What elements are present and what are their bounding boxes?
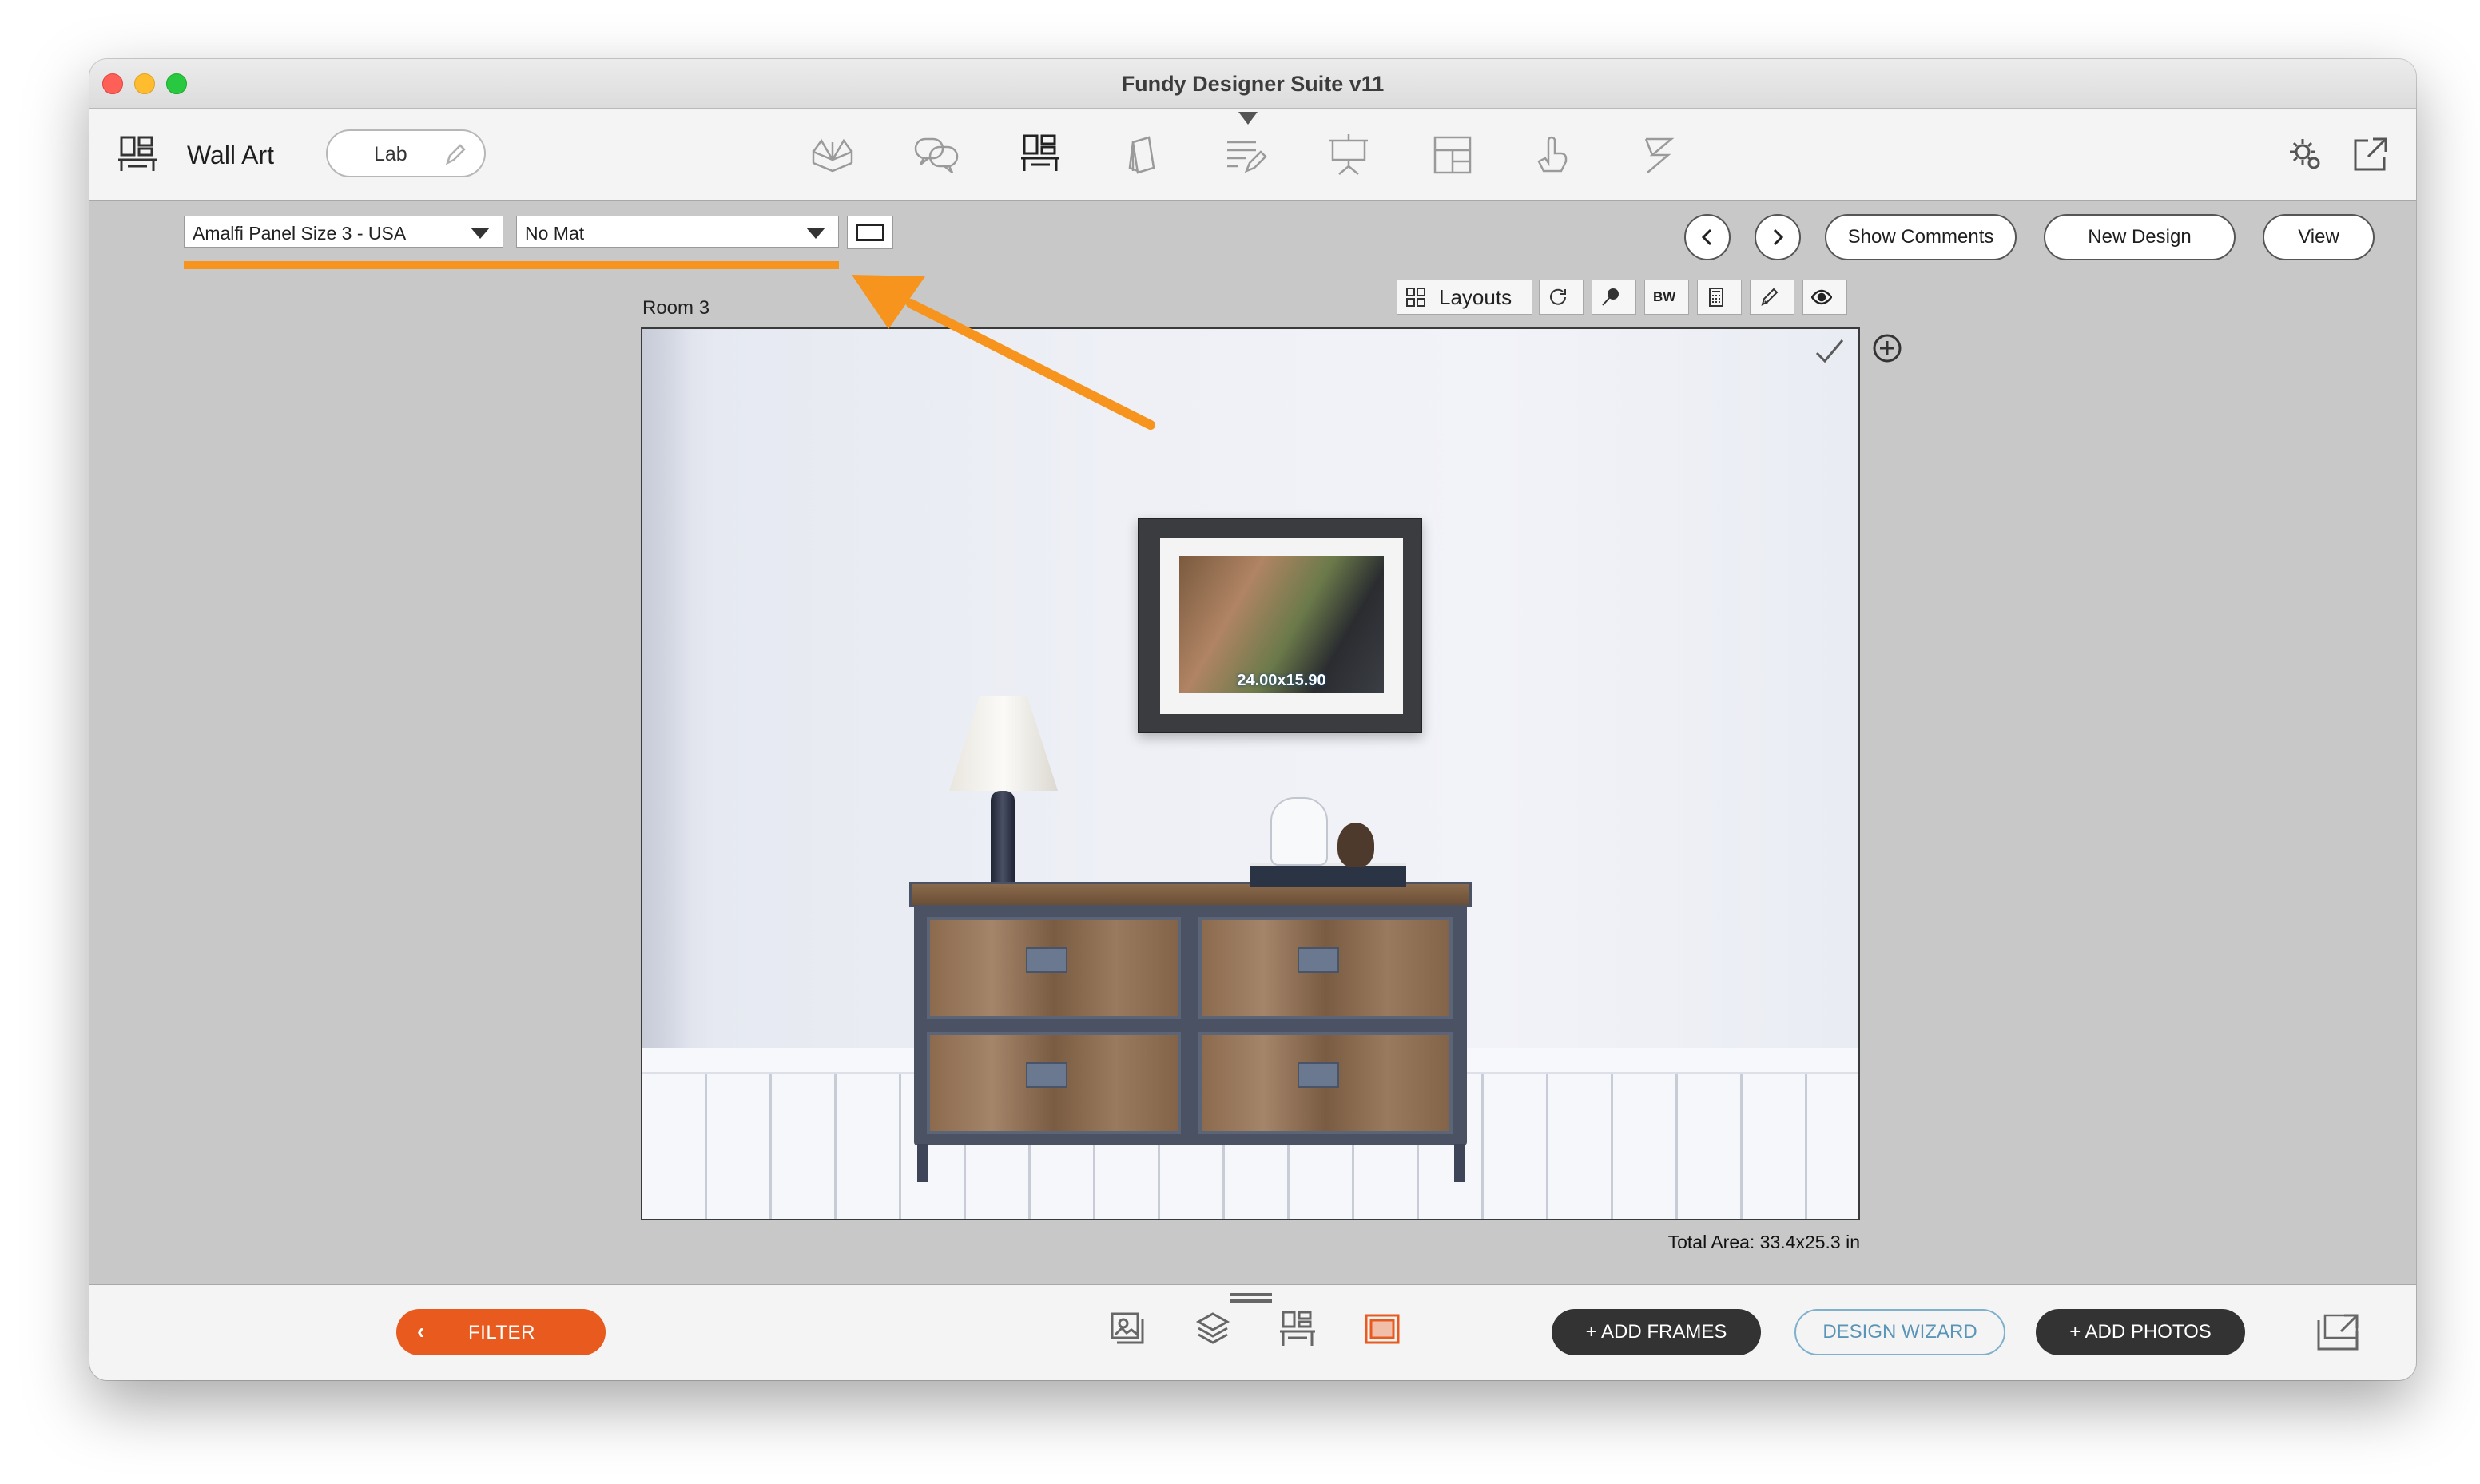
previous-button[interactable] <box>1684 214 1731 260</box>
checkmark-icon[interactable] <box>1812 334 1847 369</box>
add-photos-button[interactable]: + ADD PHOTOS <box>2036 1309 2245 1355</box>
app-window: Fundy Designer Suite v11 Wall Art Lab Am… <box>89 59 2416 1380</box>
drag-handle[interactable] <box>1230 1293 1272 1303</box>
filter-button[interactable]: ‹ FILTER <box>396 1309 606 1355</box>
wall-art-icon[interactable] <box>1016 131 1064 179</box>
product-select-value: Amalfi Panel Size 3 - USA <box>193 223 407 244</box>
bottom-bar: ‹ FILTER + ADD FRAMES DESIGN WIZARD + AD… <box>89 1284 2416 1380</box>
add-room-button[interactable] <box>1871 332 1903 364</box>
cards-icon[interactable] <box>1119 131 1166 179</box>
lamp-shade <box>949 696 1058 791</box>
product-select[interactable]: Amalfi Panel Size 3 - USA <box>184 216 503 248</box>
frame-mat: 24.00x15.90 <box>1160 538 1403 714</box>
plus-circle-icon <box>1873 334 1902 363</box>
chevron-down-icon <box>471 228 490 239</box>
show-comments-button[interactable]: Show Comments <box>1825 214 2017 260</box>
eye-icon <box>1811 289 1832 305</box>
external-window-icon[interactable] <box>2351 134 2391 174</box>
rectangle-icon <box>856 224 884 241</box>
wall-art-frame[interactable]: 24.00x15.90 <box>1138 518 1422 733</box>
total-area: Total Area: 33.4x25.3 in <box>1667 1232 1860 1252</box>
pencil-icon <box>1761 288 1779 306</box>
highlight-underline <box>184 261 839 269</box>
room-canvas[interactable]: 24.00x15.90 <box>641 327 1860 1220</box>
hand-icon[interactable] <box>1531 131 1579 179</box>
new-design-button[interactable]: New Design <box>2044 214 2236 260</box>
preview-button[interactable] <box>1802 280 1847 315</box>
pin-button[interactable] <box>1592 280 1636 315</box>
lab-button[interactable]: Lab <box>326 129 486 177</box>
calculator-button[interactable] <box>1697 280 1742 315</box>
active-module-indicator <box>1238 112 1258 125</box>
dresser-drawer <box>1198 917 1453 1019</box>
module-title: Wall Art <box>187 141 275 169</box>
photos-panel-icon[interactable] <box>1107 1309 1149 1351</box>
chevron-down-icon <box>806 228 825 239</box>
couple-photo[interactable]: 24.00x15.90 <box>1179 556 1384 693</box>
pencil-icon <box>441 141 468 168</box>
chat-icon[interactable] <box>912 131 960 179</box>
title-bar: Fundy Designer Suite v11 <box>89 59 2416 109</box>
album-icon[interactable] <box>809 131 856 179</box>
drawer-handle <box>1298 1062 1339 1088</box>
dresser-drawer <box>1198 1032 1453 1134</box>
next-button[interactable] <box>1755 214 1801 260</box>
chevron-left-icon <box>1701 228 1712 246</box>
layouts-label: Layouts <box>1439 285 1512 309</box>
pin-icon <box>1602 288 1619 306</box>
dresser-drawer <box>927 917 1181 1019</box>
filter-label: FILTER <box>468 1322 535 1343</box>
pine-cone <box>1337 823 1374 867</box>
blog-icon[interactable] <box>1635 131 1683 179</box>
photo-size-label: 24.00x15.90 <box>1237 672 1326 689</box>
wall-art-panel-icon[interactable] <box>1277 1309 1318 1351</box>
frame-shape-button[interactable] <box>847 216 893 249</box>
drawer-handle <box>1026 947 1067 973</box>
layers-icon[interactable] <box>1192 1309 1234 1351</box>
settings-icon[interactable] <box>2285 134 2325 174</box>
add-frames-button[interactable]: + ADD FRAMES <box>1552 1309 1761 1355</box>
lab-label: Lab <box>374 143 407 165</box>
main-toolbar: Wall Art Lab <box>89 109 2416 201</box>
export-room-icon[interactable] <box>2312 1309 2365 1354</box>
window-title: Fundy Designer Suite v11 <box>1121 72 1385 96</box>
design-wizard-button[interactable]: DESIGN WIZARD <box>1794 1309 2005 1355</box>
mat-select-value: No Mat <box>525 223 585 244</box>
frame-panel-icon[interactable] <box>1361 1309 1403 1351</box>
text-edit-icon[interactable] <box>1221 131 1269 179</box>
edit-button[interactable] <box>1750 280 1794 315</box>
dresser-leg <box>1454 1144 1465 1182</box>
wall-art-module-icon <box>113 131 161 179</box>
calculator-icon <box>1709 288 1723 307</box>
chevron-right-icon <box>1773 228 1784 246</box>
slideshow-icon[interactable] <box>1325 131 1373 179</box>
room-label: Room 3 <box>642 297 710 319</box>
dresser-leg <box>917 1144 928 1182</box>
layout-icon[interactable] <box>1429 131 1476 179</box>
view-button[interactable]: View <box>2263 214 2375 260</box>
rotate-icon <box>1550 288 1566 305</box>
books <box>1250 863 1406 887</box>
drawer-handle <box>1298 947 1339 973</box>
dresser-drawer <box>927 1032 1181 1134</box>
grid-icon <box>1406 288 1425 307</box>
bw-label: BW <box>1653 289 1676 304</box>
chevron-left-icon: ‹ <box>417 1319 425 1343</box>
drawer-handle <box>1026 1062 1067 1088</box>
rotate-button[interactable] <box>1539 280 1584 315</box>
bw-button[interactable]: BW <box>1644 280 1689 315</box>
layouts-button[interactable]: Layouts <box>1397 280 1532 315</box>
mat-select[interactable]: No Mat <box>516 216 839 248</box>
glass-jar <box>1270 797 1328 866</box>
